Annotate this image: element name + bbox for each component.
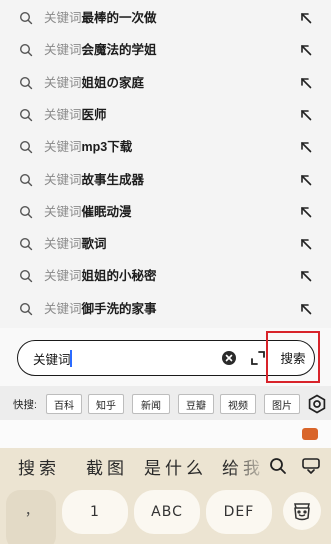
search-icon bbox=[19, 11, 33, 25]
suggestion-prefix: 关键词 bbox=[44, 237, 82, 252]
keyboard: 搜索 截图 是什么 给我 ， 1 ABC DEF bbox=[0, 448, 331, 544]
suggestion-item[interactable]: 关键词歌词 bbox=[0, 228, 331, 260]
suggestion-text: 关键词mp3下载 bbox=[44, 131, 132, 163]
suggestion-text: 关键词最棒的一次做 bbox=[44, 2, 157, 34]
suggestion-item[interactable]: 关键词姐姐的小秘密 bbox=[0, 260, 331, 292]
search-input[interactable] bbox=[33, 348, 203, 368]
arrow-up-left-icon[interactable] bbox=[300, 12, 312, 24]
suggestion-text: 关键词催眠动漫 bbox=[44, 196, 132, 228]
search-icon bbox=[19, 108, 33, 122]
suggestion-item[interactable]: 关键词催眠动漫 bbox=[0, 196, 331, 228]
arrow-up-left-icon[interactable] bbox=[300, 303, 312, 315]
chip-video[interactable]: 视频 bbox=[220, 394, 256, 414]
suggestion-text: 关键词故事生成器 bbox=[44, 164, 144, 196]
key-abc[interactable]: ABC bbox=[134, 490, 200, 534]
clear-icon[interactable] bbox=[222, 351, 236, 365]
suggestion-highlight: 姐姐的小秘密 bbox=[81, 269, 157, 284]
key-def[interactable]: DEF bbox=[206, 490, 272, 534]
chip-news[interactable]: 新闻 bbox=[132, 394, 170, 414]
suggestion-highlight: 会魔法的学姐 bbox=[81, 43, 157, 58]
candidate-bar: 搜索 截图 是什么 给我 bbox=[0, 448, 331, 484]
suggestion-prefix: 关键词 bbox=[44, 11, 82, 25]
suggestion-prefix: 关键词 bbox=[44, 140, 82, 155]
suggestion-highlight: 催眠动漫 bbox=[81, 204, 132, 219]
suggestion-highlight: mp3下载 bbox=[81, 140, 133, 155]
app-badge-icon bbox=[302, 428, 318, 440]
candidate-2[interactable]: 是什么 bbox=[144, 454, 207, 479]
text-cursor bbox=[70, 350, 72, 367]
gear-icon[interactable] bbox=[307, 394, 327, 414]
suggestion-text: 关键词姐姐的小秘密 bbox=[44, 260, 157, 292]
search-button[interactable]: 搜索 bbox=[266, 331, 320, 383]
search-icon bbox=[19, 141, 33, 154]
quick-search-bar: 快搜: 百科 知乎 新闻 豆瓣 视频 图片 bbox=[0, 386, 331, 420]
search-icon bbox=[19, 76, 33, 89]
arrow-up-left-icon[interactable] bbox=[300, 206, 312, 218]
search-icon bbox=[19, 205, 33, 218]
suggestion-text: 关键词会魔法的学姐 bbox=[44, 34, 157, 66]
search-icon[interactable] bbox=[269, 457, 287, 475]
key-1[interactable]: 1 bbox=[62, 490, 128, 534]
suggestion-highlight: 故事生成器 bbox=[81, 172, 145, 187]
search-icon bbox=[19, 302, 33, 315]
suggestion-item[interactable]: 关键词故事生成器 bbox=[0, 164, 331, 196]
arrow-up-left-icon[interactable] bbox=[300, 77, 312, 89]
candidate-0[interactable]: 搜索 bbox=[18, 454, 60, 479]
search-icon bbox=[19, 173, 33, 186]
key-punctuation[interactable]: ， bbox=[6, 490, 56, 544]
keyboard-collapse-icon[interactable] bbox=[302, 458, 320, 474]
suggestion-prefix: 关键词 bbox=[44, 43, 82, 58]
chip-baike[interactable]: 百科 bbox=[46, 394, 82, 414]
suggestion-list: 关键词最棒的一次做 关键词会魔法的学姐 关键词姐姐の家庭 关键词医师 关键词mp3下载关… bbox=[0, 0, 331, 328]
arrow-up-left-icon[interactable] bbox=[300, 141, 312, 153]
chip-douban[interactable]: 豆瓣 bbox=[178, 394, 214, 414]
suggestion-item[interactable]: 关键词医师 bbox=[0, 99, 331, 131]
suggestion-text: 关键词姐姐の家庭 bbox=[44, 67, 144, 99]
suggestion-prefix: 关键词 bbox=[44, 107, 82, 122]
suggestion-item[interactable]: 关键词最棒的一次做 bbox=[0, 2, 331, 34]
suggestion-prefix: 关键词 bbox=[44, 172, 82, 187]
quick-search-label: 快搜: bbox=[13, 399, 37, 411]
arrow-up-left-icon[interactable] bbox=[300, 238, 312, 250]
suggestion-item[interactable]: 关键词御手洗的家事 bbox=[0, 293, 331, 325]
suggestion-highlight: 最棒的一次做 bbox=[81, 11, 157, 25]
suggestion-prefix: 关键词 bbox=[44, 75, 82, 90]
suggestion-prefix: 关键词 bbox=[44, 204, 82, 219]
suggestion-highlight: 医师 bbox=[81, 107, 107, 122]
search-icon bbox=[19, 270, 33, 283]
key-punctuation-label: ， bbox=[25, 503, 39, 518]
suggestion-item[interactable]: 关键词姐姐の家庭 bbox=[0, 67, 331, 99]
suggestion-text: 关键词医师 bbox=[44, 99, 107, 131]
suggestion-highlight: 歌词 bbox=[81, 237, 107, 252]
arrow-up-left-icon[interactable] bbox=[300, 174, 312, 186]
suggestion-item[interactable]: 关键词会魔法的学姐 bbox=[0, 34, 331, 66]
suggestion-highlight: 御手洗的家事 bbox=[81, 301, 157, 316]
arrow-up-left-icon[interactable] bbox=[300, 44, 312, 56]
suggestion-text: 关键词歌词 bbox=[44, 228, 107, 260]
chip-images[interactable]: 图片 bbox=[264, 394, 300, 414]
candidate-1[interactable]: 截图 bbox=[86, 454, 128, 479]
chip-zhihu[interactable]: 知乎 bbox=[88, 394, 124, 414]
suggestion-item[interactable]: 关键词mp3下载 bbox=[0, 131, 331, 163]
suggestion-highlight: 姐姐の家庭 bbox=[81, 75, 145, 90]
search-icon bbox=[19, 44, 33, 57]
suggestion-prefix: 关键词 bbox=[44, 301, 82, 316]
arrow-up-left-icon[interactable] bbox=[300, 109, 312, 121]
content-strip bbox=[0, 420, 331, 448]
arrow-up-left-icon[interactable] bbox=[300, 270, 312, 282]
suggestion-text: 关键词御手洗的家事 bbox=[44, 293, 157, 325]
candidate-fade bbox=[230, 448, 270, 484]
search-icon bbox=[19, 238, 33, 251]
expand-icon[interactable] bbox=[250, 350, 266, 366]
suggestion-prefix: 关键词 bbox=[44, 269, 82, 284]
emoji-icon[interactable] bbox=[283, 492, 321, 530]
